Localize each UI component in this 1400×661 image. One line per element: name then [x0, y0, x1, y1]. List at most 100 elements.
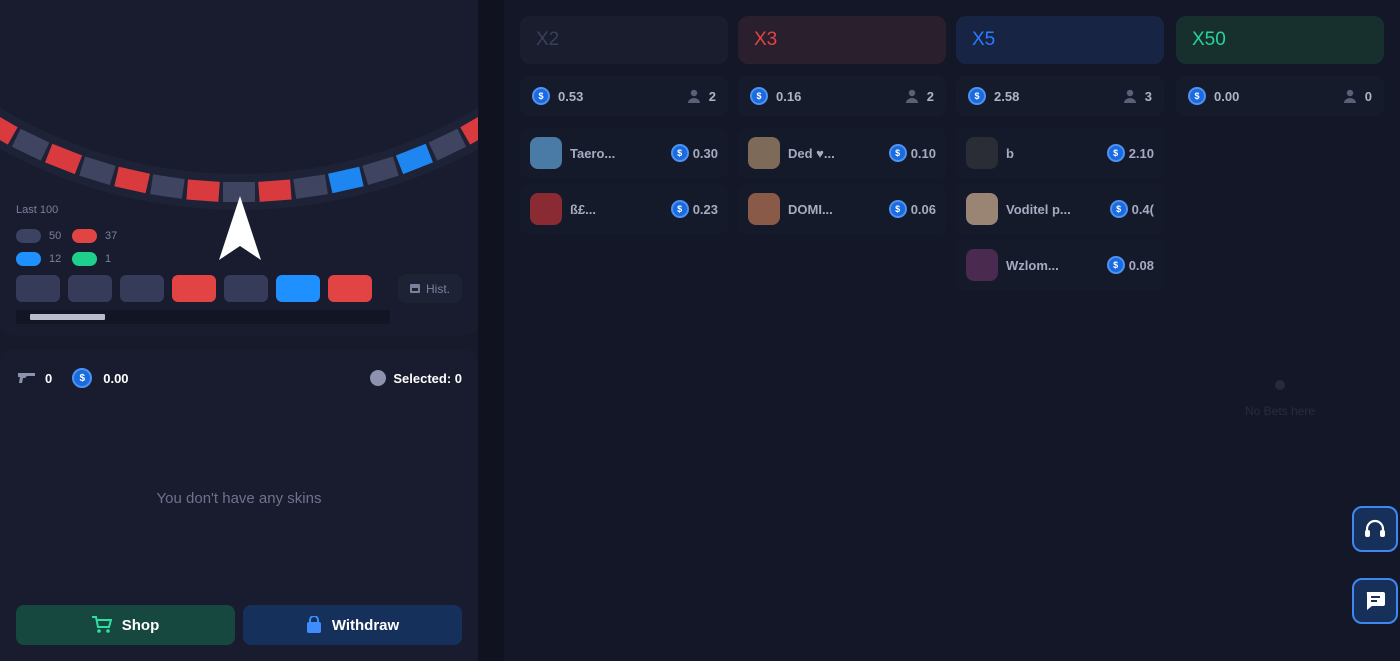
player-name: Voditel p... [1006, 201, 1071, 217]
left-column: Last 100 50 37 12 1 Hist. 0 $ 0.00 Selec… [0, 0, 478, 661]
bet-row: b $ 2.10 [956, 128, 1164, 178]
player-count-value: 2 [926, 88, 934, 104]
bet-row: Taero... $ 0.30 [520, 128, 728, 178]
stat-gray-count: 50 [49, 230, 62, 242]
headset-icon [1365, 519, 1385, 537]
bet-amount: $ 0.4( [1109, 200, 1154, 218]
roulette-tile [186, 179, 220, 202]
player-name: Wzlom... [1006, 257, 1059, 273]
bet-amount-value: 0.06 [910, 201, 936, 217]
bet-column-x2: X2 $ 0.53 2 Taero... $ 0.30 ß£... $ 0.23 [520, 16, 728, 240]
player-count-value: 2 [708, 88, 716, 104]
avatar [530, 193, 562, 225]
column-summary: $ 0.53 2 [520, 76, 728, 116]
shop-button[interactable]: Shop [16, 605, 235, 645]
multiplier-label: X50 [1192, 29, 1226, 50]
bet-button-x50[interactable]: X50 [1176, 16, 1384, 64]
player-count: 3 [1123, 89, 1152, 104]
avatar [748, 137, 780, 169]
roulette-tile [258, 179, 292, 202]
no-bets-placeholder: No Bets here [1176, 380, 1384, 418]
avatar [530, 137, 562, 169]
bet-amount: $ 2.10 [1106, 144, 1154, 162]
stat-red-count: 37 [105, 230, 118, 242]
bet-button-x2[interactable]: X2 [520, 16, 728, 64]
history-button-label: Hist. [426, 281, 450, 296]
green-pill-icon [72, 252, 97, 266]
history-cell [172, 275, 216, 302]
bet-amount: $ 0.08 [1106, 256, 1154, 274]
stat-red: 37 [72, 229, 117, 243]
bet-amount-value: 0.4( [1131, 201, 1154, 217]
player-count-value: 0 [1364, 88, 1372, 104]
bet-column-x3: X3 $ 0.16 2 Ded ♥... $ 0.10 DOMI... $ 0.… [738, 16, 946, 240]
inventory-header: 0 $ 0.00 Selected: 0 [18, 368, 462, 388]
shop-label: Shop [121, 616, 160, 634]
no-bets-dot-icon [1275, 380, 1285, 390]
bet-row: DOMI... $ 0.06 [738, 184, 946, 234]
inventory-panel: 0 $ 0.00 Selected: 0 You don't have any … [0, 350, 478, 661]
bet-button-x3[interactable]: X3 [738, 16, 946, 64]
selected-label: Selected: 0 [393, 370, 462, 386]
bet-row: Ded ♥... $ 0.10 [738, 128, 946, 178]
roulette-panel: Last 100 50 37 12 1 Hist. [0, 0, 478, 335]
panel-divider [478, 0, 504, 661]
avatar [748, 193, 780, 225]
multiplier-label: X3 [754, 29, 778, 50]
history-scrollbar[interactable] [16, 310, 390, 324]
player-count: 2 [905, 89, 934, 104]
avatar [966, 249, 998, 281]
coin-icon: $ [532, 87, 550, 105]
chat-icon [1366, 592, 1385, 610]
user-icon [1123, 89, 1136, 103]
bet-amount: $ 0.06 [888, 200, 936, 218]
column-total: 0.53 [558, 88, 584, 104]
user-icon [1343, 89, 1356, 103]
sticker-icon [370, 370, 387, 386]
stat-blue: 12 [16, 252, 61, 266]
coin-icon: $ [1106, 256, 1125, 274]
support-button[interactable] [1352, 506, 1398, 552]
history-cell [120, 275, 164, 302]
history-cell [328, 275, 372, 302]
stat-blue-count: 12 [49, 253, 62, 265]
empty-inventory-message: You don't have any skins [156, 490, 322, 507]
coin-icon: $ [888, 200, 907, 218]
blue-pill-icon [16, 252, 41, 266]
chat-button[interactable] [1352, 578, 1398, 624]
red-pill-icon [72, 229, 97, 243]
withdraw-button[interactable]: Withdraw [243, 605, 462, 645]
avatar [966, 137, 998, 169]
bets-area: X2 $ 0.53 2 Taero... $ 0.30 ß£... $ 0.23… [504, 0, 1400, 661]
history-cell [276, 275, 320, 302]
history-strip [16, 275, 372, 302]
roulette-pointer-icon [219, 196, 261, 260]
bet-row: Voditel p... $ 0.4( [956, 184, 1164, 234]
gray-pill-icon [16, 229, 41, 243]
bet-button-x5[interactable]: X5 [956, 16, 1164, 64]
coin-icon: $ [72, 368, 93, 388]
stat-green-count: 1 [105, 253, 112, 265]
no-bets-label: No Bets here [1244, 404, 1316, 418]
history-cell [68, 275, 112, 302]
column-summary: $ 0.16 2 [738, 76, 946, 116]
last-100-label: Last 100 [16, 204, 59, 216]
column-summary: $ 0.00 0 [1176, 76, 1384, 116]
coin-icon: $ [1106, 144, 1125, 162]
history-cell [224, 275, 268, 302]
history-cell [16, 275, 60, 302]
player-name: Taero... [570, 145, 616, 161]
coin-icon: $ [968, 87, 986, 105]
bet-amount: $ 0.23 [670, 200, 718, 218]
history-scrollbar-thumb[interactable] [30, 314, 105, 320]
history-button[interactable]: Hist. [398, 274, 462, 303]
bet-amount-value: 0.08 [1128, 257, 1154, 273]
bag-icon [306, 616, 321, 633]
withdraw-label: Withdraw [331, 616, 400, 634]
player-count-value: 3 [1144, 88, 1152, 104]
bet-amount-value: 0.23 [692, 201, 718, 217]
column-total: 0.00 [1214, 88, 1240, 104]
cart-icon [91, 616, 112, 633]
bet-amount-value: 0.30 [692, 145, 718, 161]
gun-count: 0 [45, 370, 53, 386]
